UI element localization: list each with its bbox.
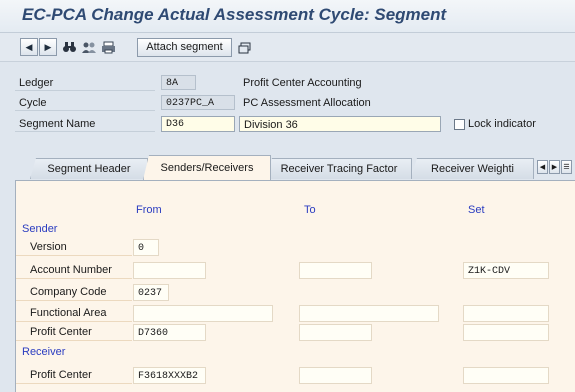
- tab-senders-receivers[interactable]: Senders/Receivers: [143, 155, 271, 180]
- segment-description-field[interactable]: Division 36: [239, 116, 441, 132]
- title-bar: EC-PCA Change Actual Assessment Cycle: S…: [0, 0, 575, 33]
- lock-indicator-checkbox[interactable]: [454, 119, 465, 130]
- people-icon[interactable]: [80, 38, 98, 56]
- functional-area-set-field[interactable]: [463, 305, 549, 322]
- cycle-description: PC Assessment Allocation: [243, 97, 371, 109]
- account-to-field[interactable]: [299, 262, 372, 279]
- receiver-row-label: Profit Center: [16, 367, 132, 384]
- attach-segment-button[interactable]: Attach segment: [137, 38, 232, 57]
- version-from-field[interactable]: 0: [133, 239, 159, 256]
- sender-row-label: Company Code: [16, 284, 132, 301]
- segment-name-label: Segment Name: [15, 116, 155, 132]
- lock-indicator-label: Lock indicator: [468, 118, 536, 130]
- tab-list-icon[interactable]: ☰: [561, 160, 572, 174]
- sender-row-label: Account Number: [16, 262, 132, 279]
- functional-area-from-field[interactable]: [133, 305, 273, 322]
- segment-name-field[interactable]: D36: [161, 116, 235, 132]
- cycle-field: 0237PC_A: [161, 95, 235, 110]
- senders-receivers-panel: From To Set Sender Version 0 Account Num…: [15, 180, 575, 392]
- col-set-header: Set: [468, 204, 485, 216]
- prev-arrow-icon[interactable]: ◀: [20, 38, 38, 56]
- binoculars-icon[interactable]: [60, 38, 78, 56]
- cycle-label: Cycle: [15, 95, 155, 111]
- col-from-header: From: [136, 204, 162, 216]
- settings-icon[interactable]: [236, 38, 254, 56]
- account-from-field[interactable]: [133, 262, 206, 279]
- col-to-header: To: [304, 204, 316, 216]
- ledger-description: Profit Center Accounting: [243, 77, 362, 89]
- sender-row-label: Functional Area: [16, 305, 132, 322]
- tab-strip: Segment Header Senders/Receivers Receive…: [0, 155, 575, 183]
- ledger-label: Ledger: [15, 75, 155, 91]
- tab-scroll-right-icon[interactable]: ▶: [549, 160, 560, 174]
- sender-row-label: Profit Center: [16, 324, 132, 341]
- toolbar: ◀ ▶ Attach segment: [0, 33, 575, 62]
- receiver-profit-center-from-field[interactable]: F3618XXXB2: [133, 367, 206, 384]
- sender-group-title: Sender: [22, 223, 58, 235]
- print-icon[interactable]: [99, 38, 117, 56]
- sender-profit-center-set-field[interactable]: [463, 324, 549, 341]
- next-arrow-icon[interactable]: ▶: [39, 38, 57, 56]
- tab-segment-header[interactable]: Segment Header: [30, 158, 148, 179]
- tab-scroll-buttons: ◀ ▶ ☰: [537, 160, 573, 175]
- sender-row-label: Version: [16, 239, 132, 256]
- company-code-from-field[interactable]: 0237: [133, 284, 169, 301]
- sender-profit-center-to-field[interactable]: [299, 324, 372, 341]
- receiver-profit-center-to-field[interactable]: [299, 367, 372, 384]
- account-set-field[interactable]: Z1K-CDV: [463, 262, 549, 279]
- tab-scroll-left-icon[interactable]: ◀: [537, 160, 548, 174]
- tab-receiver-tracing-factor[interactable]: Receiver Tracing Factor: [266, 158, 412, 179]
- ledger-field: 8A: [161, 75, 196, 90]
- sender-profit-center-from-field[interactable]: D7360: [133, 324, 206, 341]
- receiver-profit-center-set-field[interactable]: [463, 367, 549, 384]
- functional-area-to-field[interactable]: [299, 305, 439, 322]
- receiver-group-title: Receiver: [22, 346, 66, 358]
- tab-receiver-weighting[interactable]: Receiver Weighti: [411, 158, 534, 179]
- page-title: EC-PCA Change Actual Assessment Cycle: S…: [22, 5, 447, 24]
